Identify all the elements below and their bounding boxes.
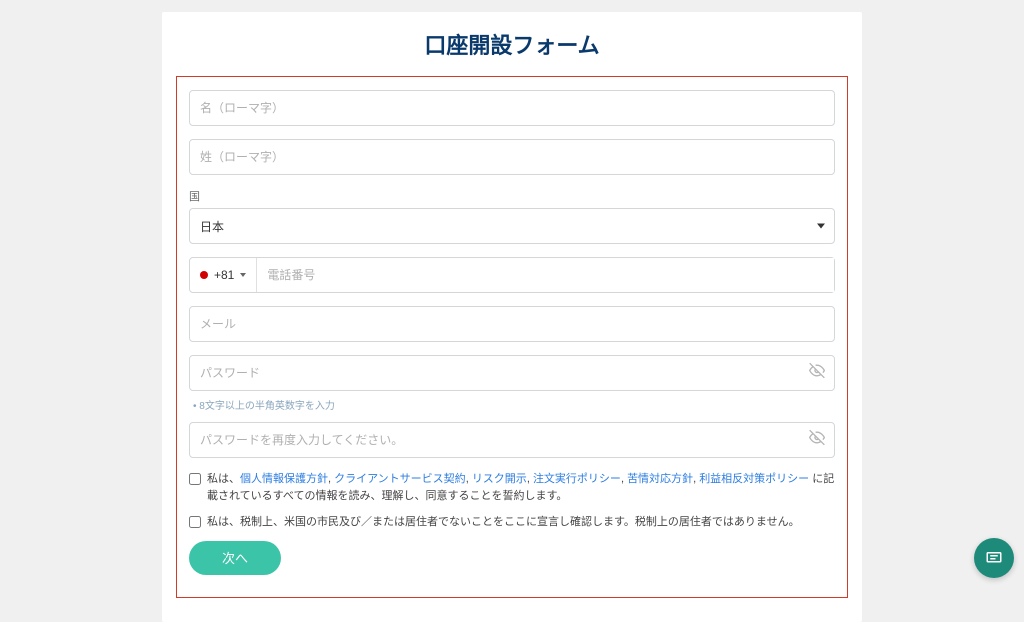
page-title: 口座開設フォーム — [176, 28, 848, 60]
eye-off-icon[interactable] — [809, 363, 825, 384]
country-select[interactable]: 日本 — [189, 208, 835, 244]
password-input[interactable] — [189, 355, 835, 391]
us-declaration-label: 私は、税制上、米国の市民及び／または居住者でないことをここに宣言し確認します。税… — [207, 514, 800, 531]
country-label: 国 — [189, 188, 835, 204]
phone-prefix-select[interactable]: +81 — [190, 258, 257, 292]
flag-japan-icon — [200, 271, 208, 279]
phone-field: +81 — [189, 257, 835, 293]
chevron-down-icon — [817, 224, 825, 229]
sheet: 口座開設フォーム 国 日本 +81 — [162, 12, 862, 622]
link-execution[interactable]: 注文実行ポリシー — [533, 473, 621, 485]
signup-form: 国 日本 +81 — [176, 76, 848, 598]
password-hint: 8文字以上の半角英数字を入力 — [189, 397, 835, 412]
chevron-down-icon — [240, 273, 246, 277]
phone-prefix-code: +81 — [214, 268, 234, 282]
us-declaration-checkbox[interactable] — [189, 516, 201, 528]
phone-number-input[interactable] — [257, 258, 834, 292]
link-client-agreement[interactable]: クライアントサービス契約 — [334, 473, 466, 485]
last-name-input[interactable] — [189, 139, 835, 175]
first-name-input[interactable] — [189, 90, 835, 126]
terms-checkbox[interactable] — [189, 473, 201, 485]
link-conflict[interactable]: 利益相反対策ポリシー — [699, 473, 809, 485]
next-button[interactable]: 次へ — [189, 541, 281, 575]
chat-icon — [985, 549, 1003, 567]
email-input[interactable] — [189, 306, 835, 342]
link-privacy[interactable]: 個人情報保護方針 — [240, 473, 328, 485]
terms-prefix: 私は、 — [207, 473, 240, 485]
link-risk[interactable]: リスク開示 — [472, 473, 527, 485]
link-complaints[interactable]: 苦情対応方針 — [627, 473, 693, 485]
country-value: 日本 — [200, 218, 224, 235]
chat-fab[interactable] — [974, 538, 1014, 578]
eye-off-icon[interactable] — [809, 430, 825, 451]
terms-label: 私は、個人情報保護方針, クライアントサービス契約, リスク開示, 注文実行ポリ… — [207, 471, 835, 504]
password-confirm-input[interactable] — [189, 422, 835, 458]
